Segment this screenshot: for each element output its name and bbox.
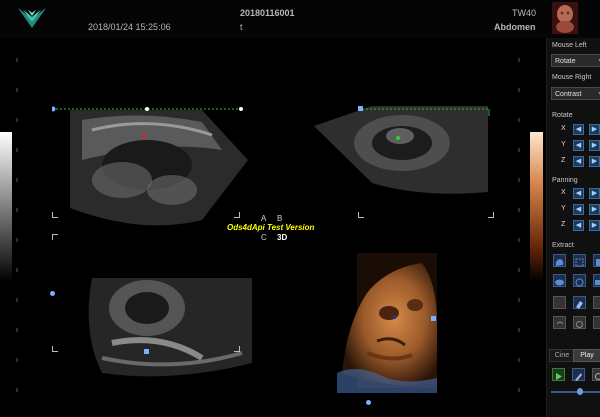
- eraser-icon[interactable]: [573, 296, 586, 309]
- header-bar: 20180116001 2018/01/24 15:25:06 t TW40 A…: [0, 0, 600, 38]
- extract-polygon-icon[interactable]: [573, 254, 586, 267]
- volume-3d-handle-bottom[interactable]: [366, 400, 371, 405]
- panning-z-increase-button[interactable]: ▶: [589, 220, 600, 231]
- plane-b-cut-line[interactable]: [358, 106, 492, 118]
- mouse-right-select[interactable]: Contrast ▼: [551, 87, 600, 100]
- extract-section-label: Extract: [552, 242, 574, 249]
- rotate-y-label: Y: [561, 141, 566, 148]
- test-version-watermark: Ods4dApi Test Version: [227, 223, 315, 232]
- mouse-left-value: Rotate: [555, 58, 576, 65]
- plane-a-cut-line[interactable]: [52, 106, 252, 114]
- extract-lasso-icon[interactable]: [573, 274, 586, 287]
- panning-x-decrease-button[interactable]: ◀: [573, 188, 584, 199]
- volume-3d-handle-right[interactable]: [431, 316, 436, 321]
- plane-b-corner-bl: [358, 212, 364, 218]
- plane-a-center-marker[interactable]: [142, 133, 146, 137]
- extract-ellipse-icon[interactable]: [553, 274, 566, 287]
- mouse-left-label: Mouse Left: [552, 42, 587, 49]
- record-settings-icon[interactable]: [572, 368, 585, 381]
- plane-a-corner-br: [234, 212, 240, 218]
- exam-type: Abdomen: [494, 22, 536, 32]
- exam-datetime: 2018/01/24 15:25:06: [88, 22, 171, 32]
- patient-id: 20180116001: [240, 8, 295, 18]
- undo-icon[interactable]: [553, 316, 566, 329]
- panning-y-label: Y: [561, 205, 566, 212]
- panning-x-increase-button[interactable]: ▶: [589, 188, 600, 199]
- panning-y-increase-button[interactable]: ▶: [589, 204, 600, 215]
- rotate-x-label: X: [561, 125, 566, 132]
- rotate-z-decrease-button[interactable]: ◀: [573, 156, 584, 167]
- plane-b-corner-br: [488, 212, 494, 218]
- mouse-left-select[interactable]: Rotate ▼: [551, 54, 600, 67]
- app-logo: [18, 8, 46, 28]
- tab-play[interactable]: Play: [573, 349, 600, 362]
- patient-name: t: [240, 22, 243, 32]
- mouse-right-label: Mouse Right: [552, 74, 592, 81]
- plane-c-corner-bl: [52, 346, 58, 352]
- gestation-label: TW40: [512, 8, 537, 18]
- grayscale-bar: [0, 132, 12, 282]
- plane-c-marker[interactable]: [144, 349, 149, 354]
- extract-gray-tool-icon[interactable]: [553, 296, 566, 309]
- fetus-thumbnail-icon: [552, 2, 578, 34]
- panning-section-label: Panning: [552, 177, 578, 184]
- panning-x-row: X ◀ ▶: [547, 188, 600, 201]
- reset-icon[interactable]: [593, 316, 600, 329]
- plane-b-center-marker[interactable]: [396, 136, 400, 140]
- right-depth-ruler: [518, 58, 520, 392]
- rotate-z-label: Z: [561, 157, 566, 164]
- color-map-bar: [530, 132, 543, 282]
- panning-z-row: Z ◀ ▶: [547, 220, 600, 233]
- cine-slider-thumb[interactable]: [577, 388, 583, 395]
- rotate-x-row: X ◀ ▶: [547, 124, 600, 137]
- plane-c-corner-tl: [52, 234, 58, 240]
- loop-icon[interactable]: [592, 368, 600, 381]
- rotate-y-increase-button[interactable]: ▶: [589, 140, 600, 151]
- tab-cine[interactable]: Cine: [549, 349, 575, 362]
- mouse-right-value: Contrast: [555, 91, 582, 98]
- plane-c-corner-br: [234, 346, 240, 352]
- cine-slider-track[interactable]: [551, 391, 600, 393]
- volume-3d-view[interactable]: [327, 253, 437, 393]
- plane-a-corner-bl: [52, 212, 58, 218]
- panning-z-label: Z: [561, 221, 566, 228]
- panning-y-row: Y ◀ ▶: [547, 204, 600, 217]
- control-panel: Mouse Left Rotate ▼ Mouse Right Contrast…: [546, 38, 600, 417]
- panning-x-label: X: [561, 189, 566, 196]
- plane-c-handle[interactable]: [50, 291, 55, 296]
- quadrant-label-3d: 3D: [277, 233, 288, 242]
- quadrant-label-c: C: [261, 233, 267, 242]
- panning-z-decrease-button[interactable]: ◀: [573, 220, 584, 231]
- extract-slab-icon[interactable]: [593, 274, 600, 287]
- rotate-z-row: Z ◀ ▶: [547, 156, 600, 169]
- rotate-z-increase-button[interactable]: ▶: [589, 156, 600, 167]
- extract-freehand-icon[interactable]: [553, 254, 566, 267]
- ultrasound-viewport[interactable]: A B C 3D Ods4dApi Test Version: [22, 38, 528, 417]
- rotate-section-label: Rotate: [552, 112, 573, 119]
- rotate-y-decrease-button[interactable]: ◀: [573, 140, 584, 151]
- play-button[interactable]: [552, 368, 565, 381]
- plane-c-view[interactable]: [52, 273, 252, 383]
- rotate-y-row: Y ◀ ▶: [547, 140, 600, 153]
- extract-gray-tool-2-icon[interactable]: [593, 296, 600, 309]
- rotate-x-decrease-button[interactable]: ◀: [573, 124, 584, 135]
- extract-box-icon[interactable]: [593, 254, 600, 267]
- quadrant-label-b: B: [277, 214, 283, 223]
- quadrant-label-a: A: [261, 214, 267, 223]
- redo-icon[interactable]: [573, 316, 586, 329]
- left-depth-ruler: [16, 58, 18, 392]
- rotate-x-increase-button[interactable]: ▶: [589, 124, 600, 135]
- panning-y-decrease-button[interactable]: ◀: [573, 204, 584, 215]
